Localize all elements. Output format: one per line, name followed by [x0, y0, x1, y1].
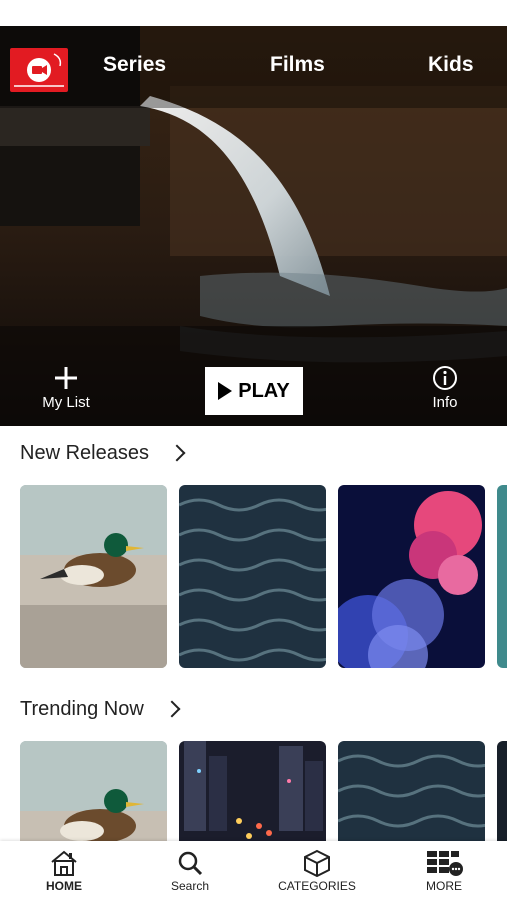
nav-series[interactable]: Series [103, 52, 166, 78]
tab-search[interactable]: Search [160, 849, 220, 893]
chevron-right-icon [168, 444, 186, 462]
chevron-right-icon [163, 700, 181, 718]
info-button[interactable]: Info [420, 364, 470, 411]
tab-search-label: Search [170, 879, 210, 893]
bottom-navigation: HOME Search CATEGORIES MORE [0, 841, 507, 900]
my-list-button[interactable]: My List [36, 364, 96, 411]
info-label: Info [432, 394, 458, 411]
top-navigation: Series Films Kids [0, 26, 507, 108]
new-releases-header[interactable]: New Releases [20, 441, 186, 465]
teal-water-thumbnail [497, 485, 507, 668]
nav-films[interactable]: Films [270, 52, 325, 78]
duck-thumbnail [20, 485, 167, 668]
tab-categories[interactable]: CATEGORIES [272, 849, 362, 893]
tile-dark[interactable] [497, 741, 507, 841]
tab-categories-label: CATEGORIES [278, 879, 356, 893]
section-title: Trending Now [20, 698, 144, 720]
tile-smoke[interactable] [338, 485, 485, 668]
tile-ocean[interactable] [338, 741, 485, 841]
tile-city[interactable] [179, 741, 326, 841]
play-icon [218, 382, 233, 400]
info-icon [433, 366, 457, 390]
trending-now-header[interactable]: Trending Now [20, 697, 181, 721]
brand-logo[interactable] [10, 48, 68, 92]
tile-ocean[interactable] [179, 485, 326, 668]
smoke-thumbnail [338, 485, 485, 668]
tile-duck[interactable] [20, 485, 167, 668]
city-night-thumbnail [179, 741, 326, 841]
play-label: PLAY [238, 379, 290, 402]
tab-more[interactable]: MORE [414, 849, 474, 893]
tab-more-label: MORE [426, 879, 462, 893]
tile-duck[interactable] [20, 741, 167, 841]
tab-home-label: HOME [46, 879, 82, 893]
more-grid-icon [427, 851, 463, 876]
new-releases-row [20, 485, 507, 669]
dark-thumbnail [497, 741, 507, 841]
nav-kids[interactable]: Kids [428, 52, 474, 78]
plus-icon [55, 367, 77, 389]
duck-thumbnail [20, 741, 167, 841]
tile-teal[interactable] [497, 485, 507, 668]
play-button[interactable]: PLAY [205, 367, 303, 415]
ocean-waves-thumbnail [338, 741, 485, 841]
video-camera-icon [14, 53, 64, 87]
my-list-label: My List [42, 394, 90, 411]
cube-icon [304, 849, 330, 877]
section-title: New Releases [20, 442, 149, 464]
home-icon [51, 850, 77, 876]
ocean-waves-thumbnail [179, 485, 326, 668]
search-icon [178, 851, 203, 876]
hero-banner[interactable]: Series Films Kids My List PLAY Info [0, 26, 507, 426]
tab-home[interactable]: HOME [33, 849, 95, 893]
status-bar [0, 0, 507, 26]
trending-now-row [20, 741, 507, 841]
